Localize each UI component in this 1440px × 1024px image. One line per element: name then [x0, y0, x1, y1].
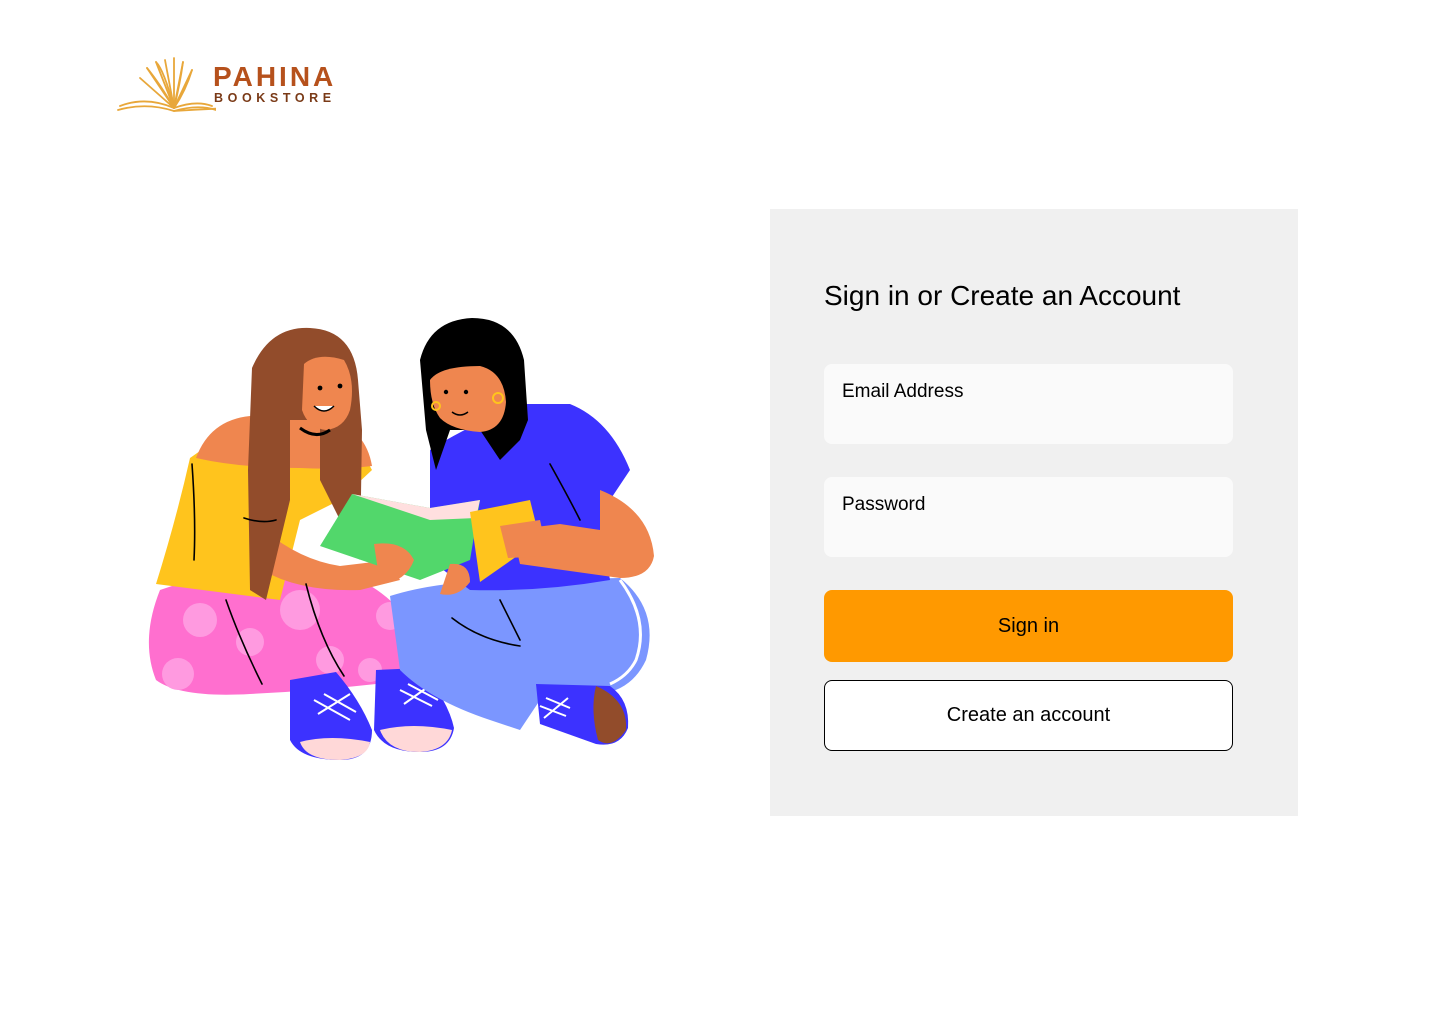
password-field[interactable]: Password — [824, 477, 1233, 557]
email-field[interactable]: Email Address — [824, 364, 1233, 444]
two-people-reading-book-illustration — [148, 318, 654, 760]
email-input[interactable] — [842, 408, 1215, 434]
password-label: Password — [842, 494, 926, 515]
login-page: PAHINA BOOKSTORE Sign in or Create an Ac… — [0, 0, 1440, 1024]
create-account-button[interactable]: Create an account — [824, 680, 1233, 751]
panel-title: Sign in or Create an Account — [824, 280, 1181, 311]
signin-panel: Sign in or Create an Account Email Addre… — [770, 209, 1298, 816]
open-book-icon — [117, 57, 216, 112]
brand-logo[interactable]: PAHINA BOOKSTORE — [116, 56, 356, 114]
email-label: Email Address — [842, 381, 964, 402]
sign-in-button[interactable]: Sign in — [824, 590, 1233, 662]
brand-tagline: BOOKSTORE — [214, 91, 336, 105]
password-input[interactable] — [842, 521, 1215, 547]
brand-name: PAHINA — [213, 61, 337, 92]
